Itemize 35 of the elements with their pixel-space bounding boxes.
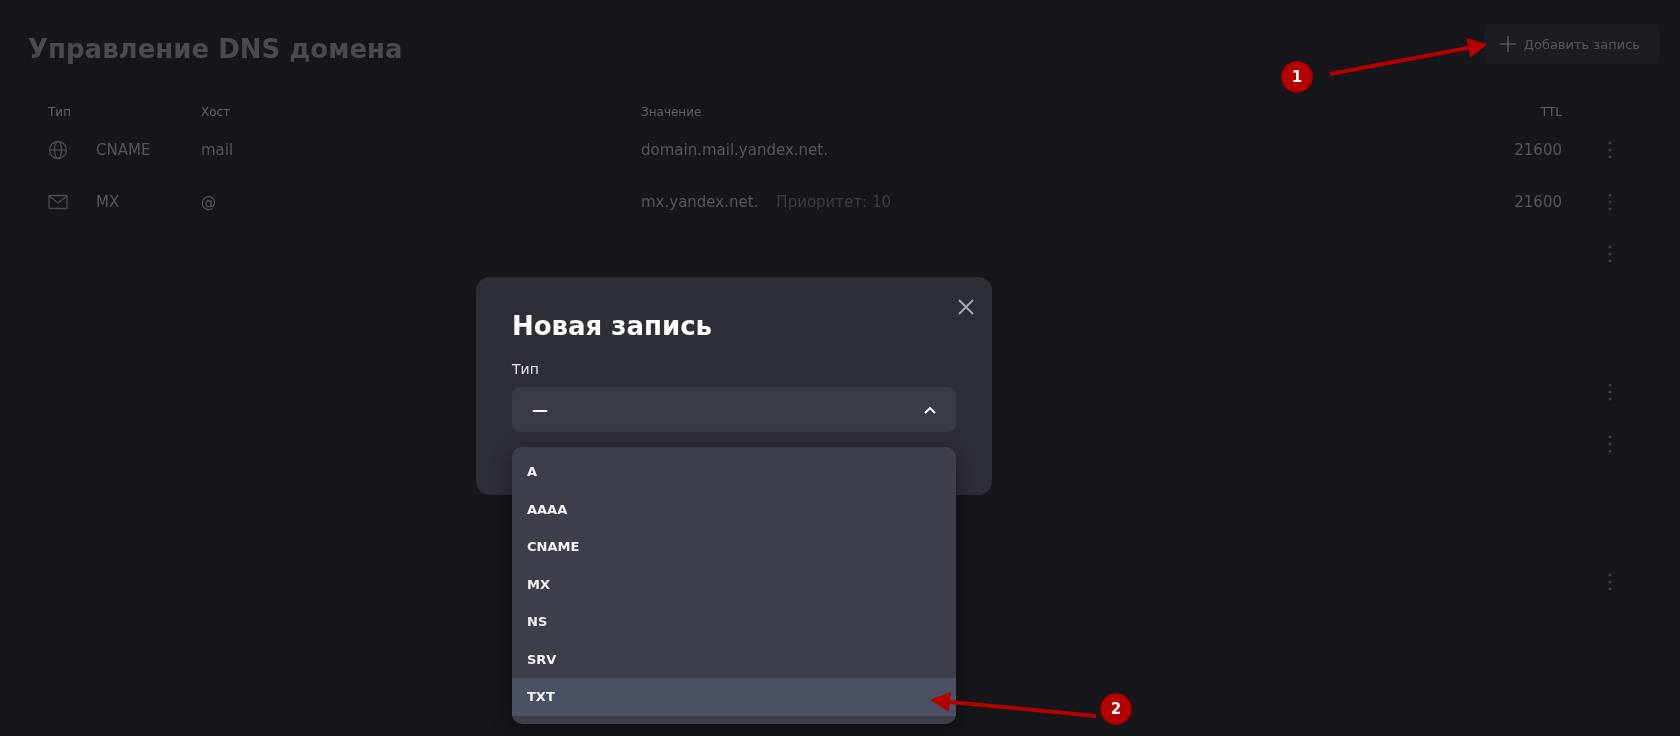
- more-icon[interactable]: [1608, 245, 1612, 263]
- record-type: MX: [96, 193, 120, 211]
- record-value: mx.yandex.net.: [641, 193, 759, 211]
- record-host: @: [201, 193, 216, 211]
- record-ttl: 21600: [1514, 193, 1562, 211]
- dropdown-option[interactable]: AAAA: [512, 490, 956, 528]
- annotation-badge: 2: [1101, 694, 1131, 724]
- column-header: TTL: [1540, 105, 1562, 119]
- dropdown-option[interactable]: A: [512, 453, 956, 491]
- column-header: Тип: [48, 105, 71, 119]
- field-label: Тип: [512, 361, 540, 377]
- more-icon[interactable]: [1608, 193, 1612, 211]
- dropdown-option[interactable]: MX: [512, 565, 956, 603]
- record-type: CNAME: [96, 141, 151, 159]
- record-ttl: 21600: [1514, 141, 1562, 159]
- more-icon[interactable]: [1608, 573, 1612, 591]
- dropdown-option[interactable]: SRV: [512, 640, 956, 678]
- record-host: mail: [201, 141, 234, 159]
- dropdown-option[interactable]: TXT: [512, 678, 956, 716]
- close-icon[interactable]: [958, 299, 974, 315]
- envelope-icon: [48, 194, 68, 210]
- dropdown-option[interactable]: CNAME: [512, 528, 956, 566]
- annotation-badge: 1: [1282, 62, 1312, 92]
- record-value: domain.mail.yandex.net.: [641, 141, 828, 159]
- plus-icon: [1499, 36, 1516, 52]
- more-icon[interactable]: [1608, 435, 1612, 453]
- chevron-icon: [924, 405, 936, 414]
- column-header: Хост: [201, 105, 231, 119]
- dropdown-option[interactable]: NS: [512, 603, 956, 641]
- more-icon[interactable]: [1608, 383, 1612, 401]
- globe-icon: [48, 140, 68, 160]
- dialog-title: Новая запись: [512, 311, 714, 341]
- column-header: Значение: [641, 105, 702, 119]
- more-icon[interactable]: [1608, 141, 1612, 159]
- type-select[interactable]: —: [512, 387, 956, 432]
